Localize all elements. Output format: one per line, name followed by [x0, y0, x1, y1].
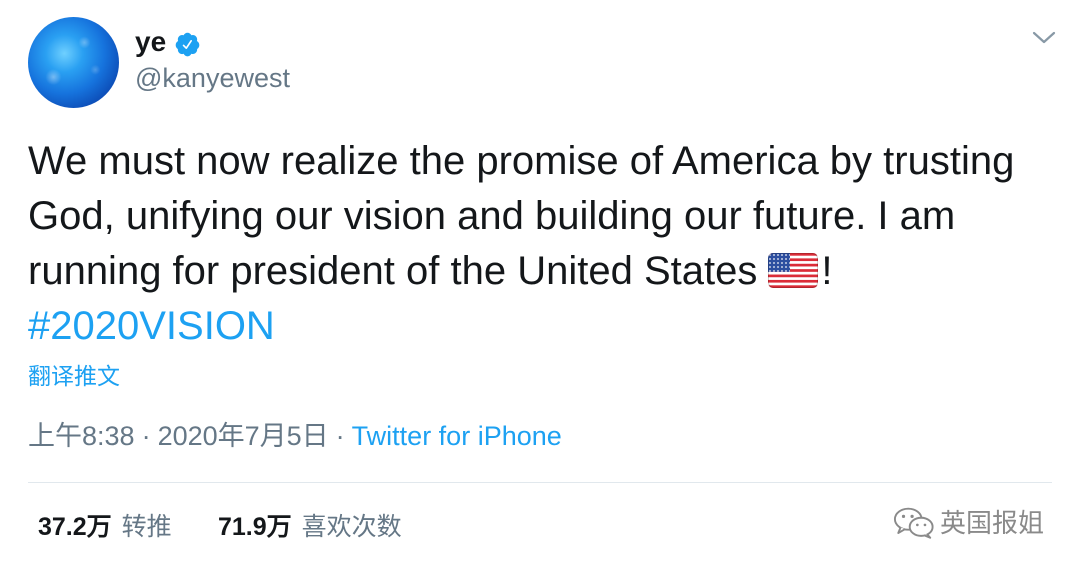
tweet-text-line: God, unifying our vision and building ou…	[28, 194, 956, 238]
retweets-stat[interactable]: 37.2万 转推	[38, 513, 172, 541]
tweet-date[interactable]: 2020年7月5日	[158, 421, 329, 451]
avatar[interactable]	[28, 17, 119, 108]
retweets-count: 37.2万	[38, 513, 112, 541]
watermark: 英国报姐	[893, 506, 1044, 540]
tweet-source-link[interactable]: Twitter for iPhone	[352, 421, 562, 451]
wechat-icon	[893, 507, 934, 539]
watermark-text: 英国报姐	[940, 508, 1045, 538]
tweet-text-punctuation: !	[821, 249, 833, 293]
translate-tweet-link[interactable]: 翻译推文	[28, 363, 120, 389]
tweet-text-line: running for president of the United Stat…	[28, 249, 758, 293]
chevron-down-icon[interactable]	[1031, 29, 1057, 47]
verified-badge-icon	[175, 32, 200, 57]
likes-label: 喜欢次数	[301, 513, 402, 541]
meta-separator: ·	[335, 421, 345, 451]
meta-separator: ·	[141, 421, 151, 451]
retweets-label: 转推	[121, 513, 172, 541]
tweet-time[interactable]: 上午8:38	[28, 421, 135, 451]
tweet-text: We must now realize the promise of Ameri…	[28, 134, 1014, 354]
us-flag-emoji	[768, 253, 819, 288]
tweet-text-line-with-emoji: running for president of the United Stat…	[28, 244, 1014, 299]
likes-stat[interactable]: 71.9万 喜欢次数	[218, 513, 402, 541]
user-handle[interactable]: @kanyewest	[135, 65, 290, 92]
likes-count: 71.9万	[218, 513, 292, 541]
display-name[interactable]: ye	[135, 28, 166, 56]
tweet-text-line: We must now realize the promise of Ameri…	[28, 139, 1015, 183]
hashtag-link[interactable]: #2020VISION	[28, 299, 1014, 354]
tweet-meta: 上午8:38 · 2020年7月5日 · Twitter for iPhone	[28, 421, 562, 451]
divider	[28, 482, 1052, 483]
